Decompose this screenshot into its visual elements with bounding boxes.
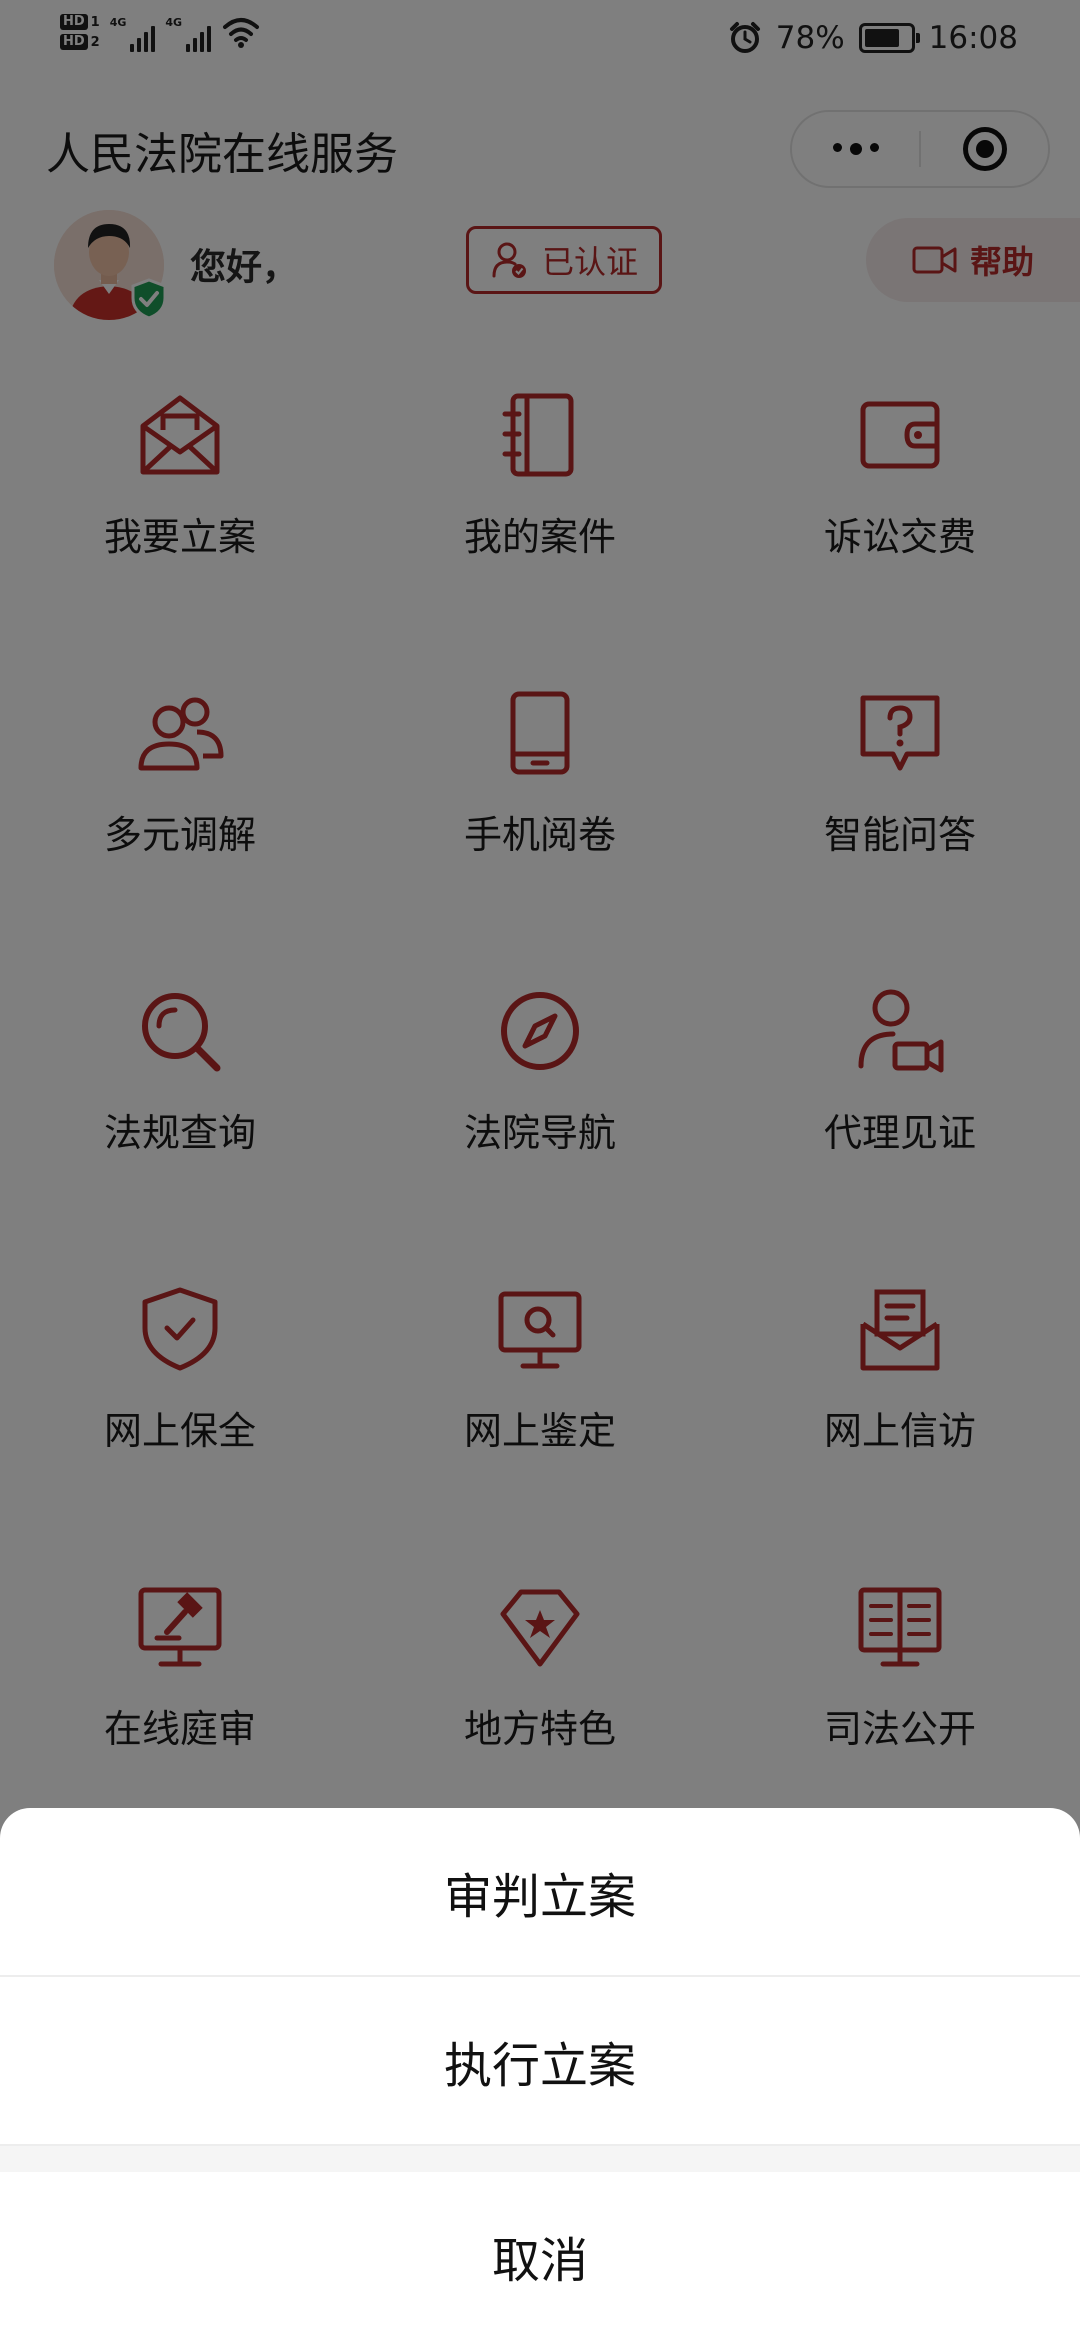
option-execution-filing[interactable]: 执行立案 bbox=[0, 1977, 1080, 2146]
action-sheet: 审判立案 执行立案 取消 bbox=[0, 1808, 1080, 2340]
cancel-button[interactable]: 取消 bbox=[0, 2172, 1080, 2340]
option-trial-filing[interactable]: 审判立案 bbox=[0, 1808, 1080, 1977]
sheet-separator bbox=[0, 2146, 1080, 2172]
